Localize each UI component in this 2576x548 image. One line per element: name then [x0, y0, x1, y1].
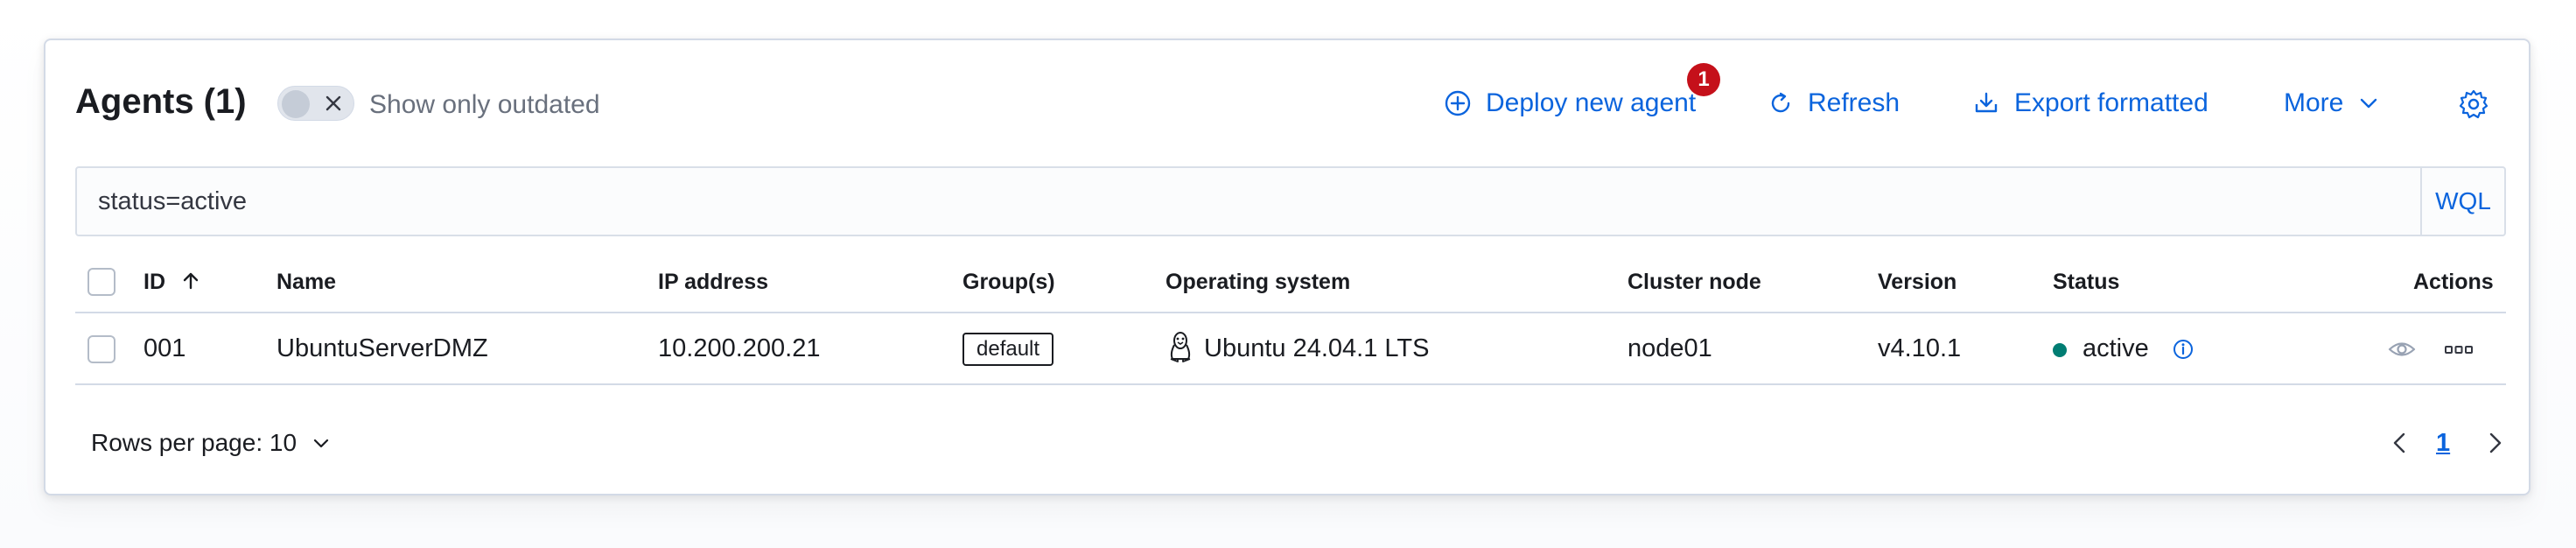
toggle-label: Show only outdated [369, 90, 600, 119]
wql-button[interactable]: WQL [2420, 168, 2504, 235]
chevron-right-icon[interactable] [2480, 425, 2510, 460]
cell-status: active [2082, 334, 2149, 362]
cell-id: 001 [144, 334, 186, 362]
status-dot [2053, 343, 2067, 357]
refresh-icon [1771, 92, 1790, 113]
deploy-label: Deploy new agent [1486, 88, 1697, 117]
rows-per-page-label: Rows per page: 10 [91, 429, 298, 456]
chevron-down-icon [2361, 98, 2377, 109]
pagination-page-1[interactable]: 1 [2436, 429, 2450, 458]
plus-circle-icon [1445, 90, 1471, 116]
eye-icon[interactable] [2387, 338, 2417, 361]
linux-icon [1170, 332, 1191, 362]
cell-os: Ubuntu 24.04.1 LTS [1204, 334, 1430, 362]
deploy-new-agent-button[interactable]: Deploy new agent [1444, 86, 1696, 121]
page-background: Agents (1) Show only outdated Deploy new… [0, 0, 2576, 548]
refresh-label: Refresh [1808, 88, 1900, 117]
column-header-actions: Actions [2413, 270, 2494, 294]
more-menu-button[interactable]: More [2284, 86, 2380, 121]
export-formatted-button[interactable]: Export formatted [1972, 86, 2208, 121]
column-header-os[interactable]: Operating system [1166, 270, 1350, 295]
agents-panel: Agents (1) Show only outdated Deploy new… [44, 39, 2530, 495]
export-label: Export formatted [2014, 88, 2208, 117]
column-header-status[interactable]: Status [2053, 270, 2119, 295]
info-icon[interactable] [2172, 338, 2194, 361]
search-bar[interactable]: status=active WQL [75, 166, 2506, 236]
more-label: More [2284, 88, 2344, 117]
refresh-button[interactable]: Refresh [1768, 86, 1900, 121]
column-header-ip[interactable]: IP address [658, 270, 768, 295]
column-header-version[interactable]: Version [1878, 270, 1956, 295]
show-outdated-toggle[interactable] [277, 86, 354, 121]
cell-ip: 10.200.200.21 [658, 334, 821, 362]
close-icon [326, 95, 341, 111]
column-header-name[interactable]: Name [276, 270, 336, 295]
download-icon [1975, 92, 1998, 113]
chevron-left-icon[interactable] [2385, 425, 2415, 460]
page-title: Agents (1) [75, 82, 247, 121]
column-header-cluster-node[interactable]: Cluster node [1628, 270, 1761, 295]
arrow-up-icon [183, 272, 199, 290]
gear-icon[interactable] [2457, 88, 2490, 121]
cell-cluster-node: node01 [1628, 334, 1712, 362]
notification-badge: 1 [1687, 63, 1720, 96]
toggle-knob [282, 90, 310, 118]
table-row-divider [75, 383, 2506, 385]
select-all-checkbox[interactable] [88, 268, 116, 296]
search-input[interactable]: status=active [98, 187, 247, 216]
column-header-groups[interactable]: Group(s) [962, 270, 1055, 295]
chevron-down-icon [313, 439, 329, 448]
cell-version: v4.10.1 [1878, 334, 1962, 362]
group-badge[interactable]: default [962, 333, 1054, 366]
column-header-id[interactable]: ID [144, 270, 201, 295]
ellipsis-icon[interactable] [2443, 341, 2474, 357]
row-checkbox[interactable] [88, 335, 116, 363]
table-header-divider [75, 312, 2506, 313]
rows-per-page-selector[interactable]: Rows per page: 10 [91, 429, 332, 457]
cell-name: UbuntuServerDMZ [276, 334, 488, 362]
